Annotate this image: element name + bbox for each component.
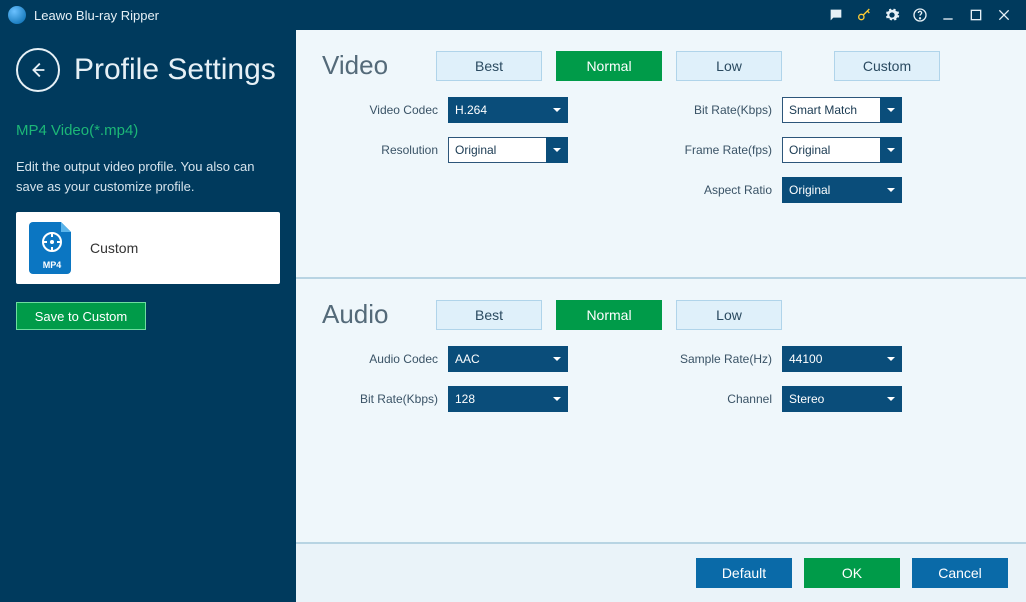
profile-name: MP4 Video(*.mp4) bbox=[16, 122, 280, 139]
app-logo-icon bbox=[8, 6, 26, 24]
video-codec-select[interactable] bbox=[448, 97, 568, 123]
gear-icon[interactable] bbox=[878, 1, 906, 29]
audio-samplerate-field: Sample Rate(Hz) bbox=[670, 346, 1000, 372]
video-resolution-label: Resolution bbox=[340, 143, 448, 157]
video-aspect-value[interactable] bbox=[782, 177, 902, 203]
video-bitrate-field: Bit Rate(Kbps) bbox=[670, 97, 1000, 123]
video-aspect-select[interactable] bbox=[782, 177, 902, 203]
video-framerate-label: Frame Rate(fps) bbox=[670, 143, 782, 157]
audio-preset-normal[interactable]: Normal bbox=[556, 300, 662, 330]
audio-channel-field: Channel bbox=[670, 386, 1000, 412]
mp4-file-icon: MP4 bbox=[28, 222, 76, 274]
maximize-icon[interactable] bbox=[962, 1, 990, 29]
audio-codec-field: Audio Codec bbox=[340, 346, 670, 372]
video-codec-value[interactable] bbox=[448, 97, 568, 123]
audio-channel-label: Channel bbox=[670, 392, 782, 406]
audio-bitrate-label: Bit Rate(Kbps) bbox=[340, 392, 448, 406]
titlebar: Leawo Blu-ray Ripper bbox=[0, 0, 1026, 30]
audio-samplerate-select[interactable] bbox=[782, 346, 902, 372]
app-title: Leawo Blu-ray Ripper bbox=[34, 8, 159, 23]
video-aspect-field: Aspect Ratio bbox=[670, 177, 1000, 203]
video-resolution-value[interactable] bbox=[448, 137, 568, 163]
video-resolution-field: Resolution bbox=[340, 137, 670, 163]
audio-codec-value[interactable] bbox=[448, 346, 568, 372]
video-codec-field: Video Codec bbox=[340, 97, 670, 123]
audio-channel-select[interactable] bbox=[782, 386, 902, 412]
audio-bitrate-value[interactable] bbox=[448, 386, 568, 412]
profile-description: Edit the output video profile. You also … bbox=[16, 157, 280, 196]
svg-text:MP4: MP4 bbox=[43, 260, 62, 270]
audio-samplerate-value[interactable] bbox=[782, 346, 902, 372]
video-preset-best[interactable]: Best bbox=[436, 51, 542, 81]
sidebar: Profile Settings MP4 Video(*.mp4) Edit t… bbox=[0, 30, 296, 602]
profile-card[interactable]: MP4 Custom bbox=[16, 212, 280, 284]
ok-button[interactable]: OK bbox=[804, 558, 900, 588]
help-icon[interactable] bbox=[906, 1, 934, 29]
main-panel: Video Best Normal Low Custom Video Codec… bbox=[296, 30, 1026, 602]
video-bitrate-select[interactable] bbox=[782, 97, 902, 123]
default-button[interactable]: Default bbox=[696, 558, 792, 588]
save-to-custom-button[interactable]: Save to Custom bbox=[16, 302, 146, 330]
video-preset-low[interactable]: Low bbox=[676, 51, 782, 81]
audio-codec-label: Audio Codec bbox=[340, 352, 448, 366]
video-framerate-select[interactable] bbox=[782, 137, 902, 163]
cancel-button[interactable]: Cancel bbox=[912, 558, 1008, 588]
chat-icon[interactable] bbox=[822, 1, 850, 29]
audio-preset-low[interactable]: Low bbox=[676, 300, 782, 330]
footer: Default OK Cancel bbox=[296, 542, 1026, 602]
video-codec-label: Video Codec bbox=[340, 103, 448, 117]
video-preset-normal[interactable]: Normal bbox=[556, 51, 662, 81]
video-section: Video Best Normal Low Custom Video Codec… bbox=[296, 30, 1026, 277]
close-icon[interactable] bbox=[990, 1, 1018, 29]
key-icon[interactable] bbox=[850, 1, 878, 29]
page-title: Profile Settings bbox=[74, 53, 276, 87]
profile-card-label: Custom bbox=[90, 240, 138, 256]
video-bitrate-value[interactable] bbox=[782, 97, 902, 123]
video-heading: Video bbox=[322, 50, 422, 81]
audio-channel-value[interactable] bbox=[782, 386, 902, 412]
audio-samplerate-label: Sample Rate(Hz) bbox=[670, 352, 782, 366]
video-bitrate-label: Bit Rate(Kbps) bbox=[670, 103, 782, 117]
audio-codec-select[interactable] bbox=[448, 346, 568, 372]
audio-bitrate-select[interactable] bbox=[448, 386, 568, 412]
audio-heading: Audio bbox=[322, 299, 422, 330]
audio-preset-best[interactable]: Best bbox=[436, 300, 542, 330]
audio-bitrate-field: Bit Rate(Kbps) bbox=[340, 386, 670, 412]
video-resolution-select[interactable] bbox=[448, 137, 568, 163]
back-button[interactable] bbox=[16, 48, 60, 92]
video-preset-custom[interactable]: Custom bbox=[834, 51, 940, 81]
video-aspect-label: Aspect Ratio bbox=[670, 183, 782, 197]
video-framerate-field: Frame Rate(fps) bbox=[670, 137, 1000, 163]
minimize-icon[interactable] bbox=[934, 1, 962, 29]
audio-section: Audio Best Normal Low Audio Codec Sample… bbox=[296, 277, 1026, 426]
video-framerate-value[interactable] bbox=[782, 137, 902, 163]
